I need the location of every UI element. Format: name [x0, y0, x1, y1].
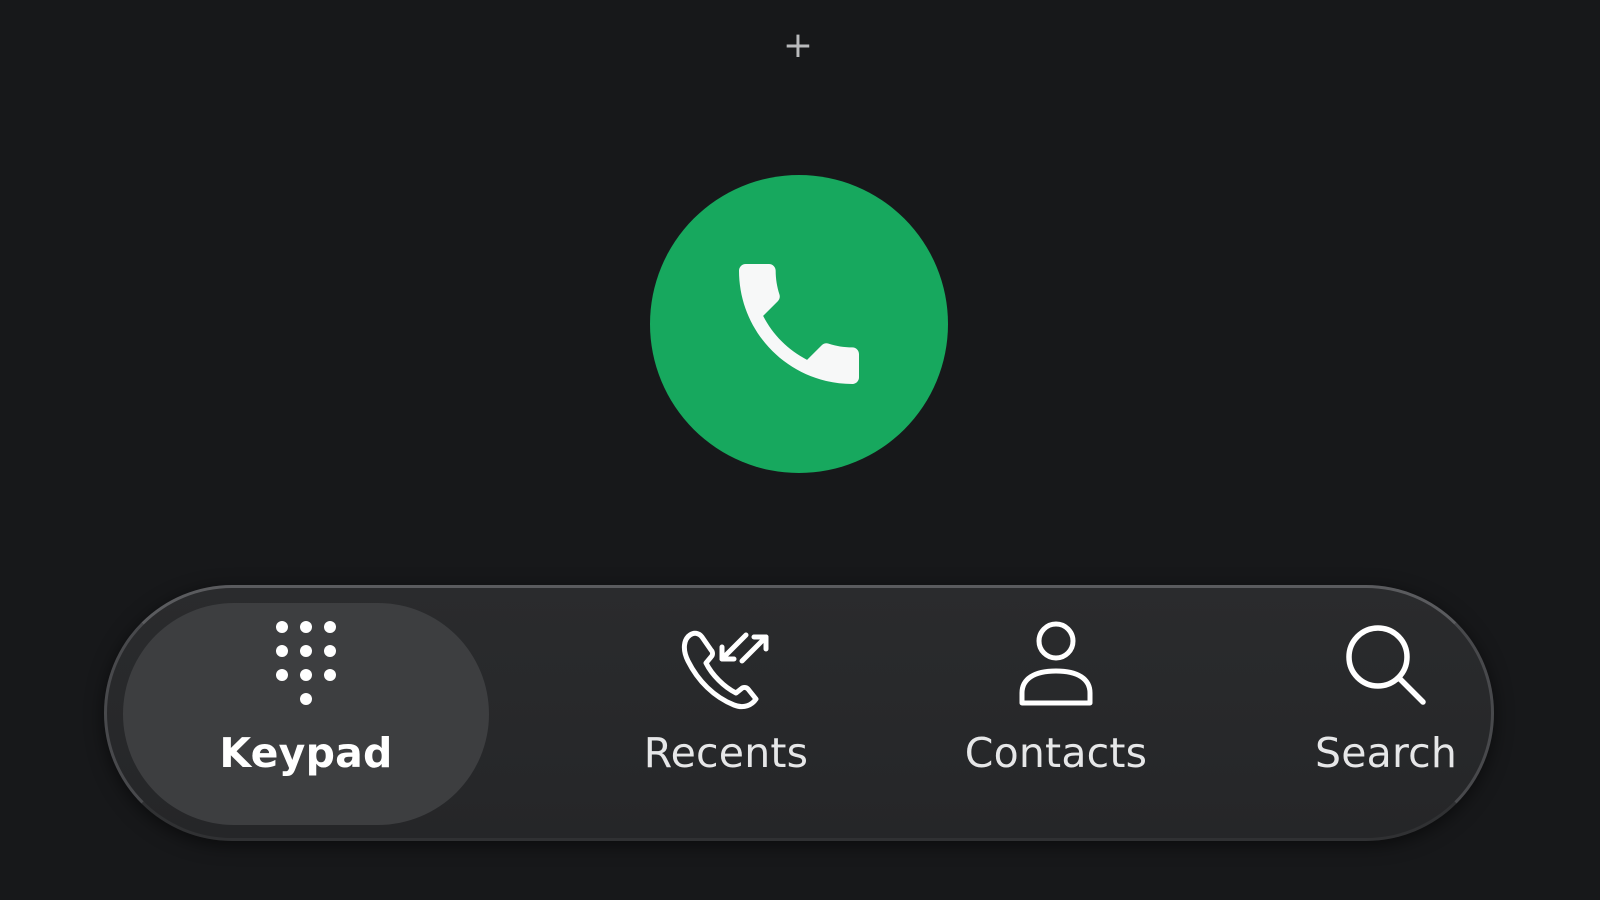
tab-keypad-label: Keypad: [219, 729, 393, 777]
recent-calls-icon: [678, 619, 774, 711]
person-icon: [1018, 619, 1094, 711]
bottom-navigation: Keypad Recents Contacts Search: [104, 585, 1494, 841]
tab-search[interactable]: Search: [1216, 603, 1556, 825]
tab-recents-label: Recents: [643, 729, 809, 777]
tab-keypad[interactable]: Keypad: [123, 603, 489, 825]
dialer-screen: + Keypad Recents Contacts Search: [0, 0, 1600, 900]
tab-search-label: Search: [1314, 729, 1458, 777]
dialpad-icon: [274, 619, 338, 711]
tab-recents[interactable]: Recents: [556, 603, 896, 825]
tab-contacts-label: Contacts: [964, 729, 1148, 777]
search-icon: [1344, 619, 1428, 711]
plus-icon: +: [782, 25, 814, 66]
phone-icon: [739, 264, 859, 384]
tab-contacts[interactable]: Contacts: [886, 603, 1226, 825]
call-button[interactable]: [650, 175, 948, 473]
add-button[interactable]: +: [776, 24, 820, 68]
